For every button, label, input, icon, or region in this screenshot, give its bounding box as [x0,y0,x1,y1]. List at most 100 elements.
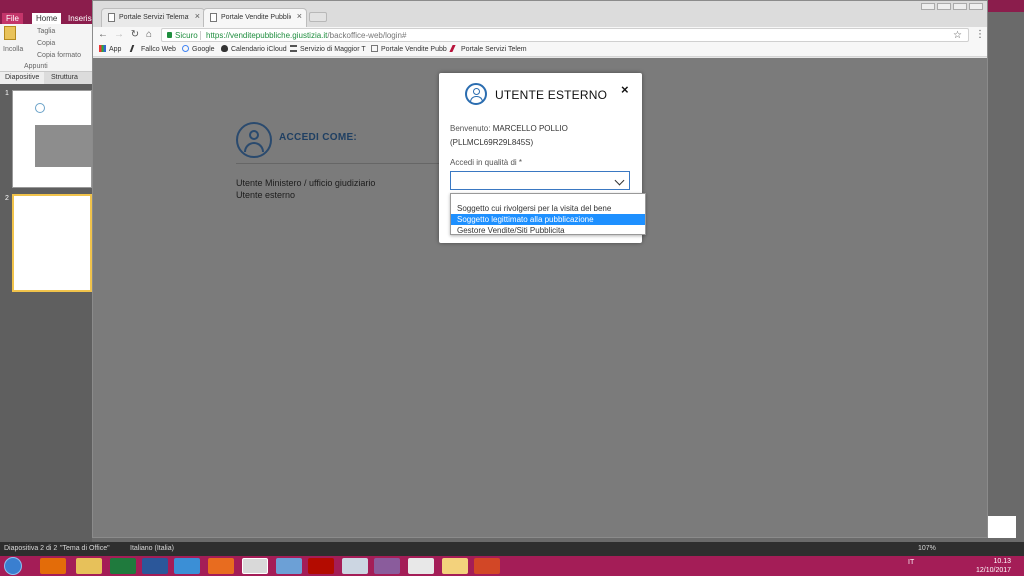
status-zoom[interactable]: 107% [918,542,936,556]
url-text: https://venditepubbliche.giustizia.it/ba… [206,29,406,42]
close-window-icon[interactable] [969,3,983,10]
user-name: MARCELLO POLLIO [492,124,568,133]
url-path: /backoffice-web/login# [327,31,407,40]
slide-thumbnail-2[interactable] [12,194,92,292]
status-language[interactable]: Italiano (Italia) [130,542,174,556]
address-bar[interactable]: Sicuro https://venditepubbliche.giustizi… [161,28,969,42]
ppt-slide-corner [988,516,1016,538]
dropdown-option-empty[interactable] [451,194,645,202]
thumbnail-screenshot [35,125,93,167]
slide-thumbnail-1[interactable] [12,90,93,188]
publisher-icon[interactable] [408,558,434,574]
user-circle-icon [236,122,272,158]
role-dropdown-list: Soggetto cui rivolgersi per la visita de… [450,193,646,235]
language-indicator[interactable]: IT [908,559,914,566]
ppt-status-bar: Diapositiva 2 di 2 "Tema di Office" Ital… [0,542,1024,556]
tab-servizi-telematici[interactable]: Portale Servizi Telematici × [101,8,205,27]
maximize-icon[interactable] [953,3,967,10]
secure-label: Sicuro [175,31,198,40]
ppt-ribbon-tabs: File Home Inserisci [0,12,97,24]
word-icon[interactable] [142,558,168,574]
app-icon[interactable] [374,558,400,574]
start-button-icon[interactable] [4,557,22,575]
page-icon [108,13,115,22]
tab-slides[interactable]: Diapositive [0,72,45,84]
chrome-icon[interactable] [242,558,268,574]
bookmark-fallco[interactable]: Fallco Web [129,44,176,56]
login-heading: ACCEDI COME: [279,132,358,143]
network-icon[interactable] [276,558,302,574]
role-select[interactable] [450,171,630,190]
file-explorer-icon[interactable] [76,558,102,574]
firefox-icon[interactable] [208,558,234,574]
back-arrow-icon[interactable]: ← [97,28,109,41]
welcome-text: Benvenuto: MARCELLO POLLIO [450,124,568,133]
welcome-label: Benvenuto: [450,124,491,133]
page-viewport: ACCEDI COME: Utente Ministero / ufficio … [93,58,987,537]
role-label: Accedi in qualità di * [450,158,523,167]
close-icon[interactable]: × [621,82,629,97]
clock-date: 12/10/2017 [976,567,1012,574]
cut-button[interactable]: Taglia [37,28,55,35]
user-circle-icon [465,83,487,105]
clock[interactable]: 10.13 12/10/2017 [976,557,1011,575]
status-theme: "Tema di Office" [60,545,110,552]
minimize-icon[interactable] [937,3,951,10]
ministry-icon [449,45,460,52]
outlook-icon[interactable] [40,558,66,574]
powerpoint-icon[interactable] [474,558,500,574]
clipboard-group-label: Appunti [24,63,48,70]
apple-icon [221,45,228,52]
apps-grid-icon [99,45,106,52]
folder-icon[interactable] [442,558,468,574]
dropdown-option-pubblicazione[interactable]: Soggetto legittimato alla pubblicazione [451,214,645,225]
bookmark-google[interactable]: Google [182,44,215,56]
tab-close-icon[interactable]: × [195,11,200,21]
excel-icon[interactable] [110,558,136,574]
paste-button[interactable]: Incolla [3,46,23,53]
acrobat-icon[interactable] [308,558,334,574]
ppt-right-area [988,24,1024,520]
dropdown-option-gestore[interactable]: Gestore Vendite/Siti Pubblicita [451,225,645,236]
bookmark-star-icon[interactable]: ☆ [953,29,962,42]
user-body [244,142,264,152]
page-icon [210,13,217,22]
bookmark-icloud-calendar[interactable]: Calendario iCloud [221,44,287,56]
home-icon[interactable]: ⌂ [143,28,155,41]
reload-icon[interactable]: ↻ [129,28,141,41]
copy-button[interactable]: Copia [37,40,55,47]
modal-title: UTENTE ESTERNO [495,88,608,102]
bookmark-servizi-telematici[interactable]: Portale Servizi Telem [449,44,527,56]
new-tab-button[interactable] [309,12,327,22]
login-option-ministero[interactable]: Utente Ministero / ufficio giudiziario [236,178,375,188]
paste-icon[interactable] [4,26,16,40]
clock-time: 10.13 [993,558,1012,565]
dropdown-option-visita[interactable]: Soggetto cui rivolgersi per la visita de… [451,203,645,214]
tab-strip: Portale Servizi Telematici × Portale Ven… [93,1,987,27]
fallco-icon [129,45,140,52]
login-option-esterno[interactable]: Utente esterno [236,190,295,200]
bookmark-servizio-maggior[interactable]: Servizio di Maggior T [290,44,366,56]
forward-arrow-icon[interactable]: → [113,28,125,41]
bookmark-apps[interactable]: App [99,44,121,56]
ppt-tab-file[interactable]: File [2,13,23,24]
internet-explorer-icon[interactable] [174,558,200,574]
slide-number-2: 2 [5,195,9,202]
google-icon [182,45,189,52]
tab-close-icon[interactable]: × [297,11,302,21]
ppt-ribbon: Incolla Taglia Copia Copia formato Appun… [0,24,92,72]
tab-vendite-pubbliche[interactable]: Portale Vendite Pubbliche × [203,8,307,27]
lock-icon [167,32,172,38]
browser-menu-icon[interactable]: ⋮ [975,29,985,40]
format-painter-button[interactable]: Copia formato [37,52,81,59]
user-head [249,130,259,140]
bookmark-vendite-pubbliche[interactable]: Portale Vendite Pubb [371,44,447,56]
ppt-tab-home[interactable]: Home [32,13,62,24]
user-body [470,96,483,102]
chevron-down-icon[interactable] [614,175,625,186]
windows-taskbar: IT 10.13 12/10/2017 [0,556,1024,576]
user-icon[interactable] [921,3,935,10]
notepad-icon[interactable] [342,558,368,574]
tab-outline[interactable]: Struttura [46,72,83,84]
browser-window: Portale Servizi Telematici × Portale Ven… [92,0,988,538]
